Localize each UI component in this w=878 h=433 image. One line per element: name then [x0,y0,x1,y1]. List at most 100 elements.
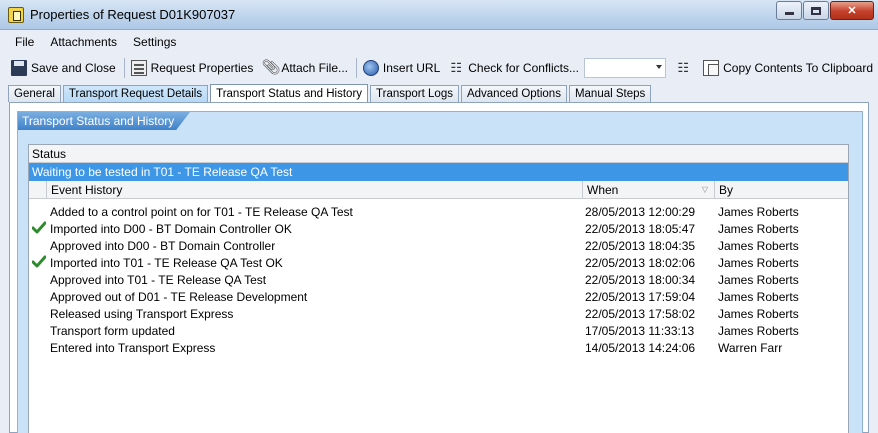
properties-icon [130,59,147,76]
history-rows: Added to a control point on for T01 - TE… [29,204,848,357]
check-conflicts-label: Check for Conflicts... [468,60,579,75]
menu-attachments[interactable]: Attachments [43,33,124,53]
row-gutter [32,306,46,322]
sort-icon: ▽ [701,185,708,194]
maximize-icon [811,6,821,15]
tab-advanced-options[interactable]: Advanced Options [460,85,567,102]
event-cell: Imported into D00 - BT Domain Controller… [50,222,292,236]
toolbar-separator [123,57,125,78]
tab-general[interactable]: General [8,85,61,102]
when-cell: 22/05/2013 17:59:04 [585,290,696,304]
event-cell: Released using Transport Express [50,307,234,321]
status-history-section: Transport Status and History Status Wait… [17,111,863,433]
maximize-button[interactable] [803,1,829,20]
status-column-header[interactable]: Status [29,145,848,163]
status-row[interactable]: Waiting to be tested in T01 - TE Release… [29,163,848,181]
window-controls: ✕ [775,1,874,20]
when-cell: 22/05/2013 17:58:02 [585,307,696,321]
column-header-by[interactable]: By [715,181,848,198]
tab-transport-status-and-history[interactable]: Transport Status and History [210,84,369,103]
minimize-icon [784,12,794,15]
column-header-when-label: When [587,183,619,197]
event-cell: Added to a control point on for T01 - TE… [50,205,353,219]
save-and-close-button[interactable]: Save and Close [8,57,119,79]
check-conflicts-button[interactable]: ☷ Check for Conflicts... [445,57,582,79]
row-gutter [32,289,46,305]
by-cell: James Roberts [718,324,799,338]
checkmark-icon [32,221,46,237]
event-cell: Imported into T01 - TE Release QA Test O… [50,256,283,270]
by-cell: James Roberts [718,290,799,304]
event-cell: Approved into T01 - TE Release QA Test [50,273,267,287]
window-title: Properties of Request D01K907037 [30,7,236,22]
when-cell: 22/05/2013 18:00:34 [585,273,696,287]
network-action-button[interactable]: ☷ [672,57,698,79]
request-properties-button[interactable]: Request Properties [128,57,257,79]
copy-to-clipboard-button[interactable]: Copy Contents To Clipboard [700,57,876,79]
column-headers: Event History When ▽ By [29,181,848,199]
toolbar: Save and Close Request Properties 📎︎ Att… [8,55,878,80]
toolbar-separator [356,57,357,78]
checkmark-icon [32,255,46,271]
table-row[interactable]: Imported into D00 - BT Domain Controller… [29,221,848,238]
when-cell: 22/05/2013 18:02:06 [585,256,696,270]
history-grid[interactable]: Status Waiting to be tested in T01 - TE … [28,144,849,433]
when-cell: 14/05/2013 14:24:06 [585,341,696,355]
tab-transport-request-details[interactable]: Transport Request Details [62,85,209,102]
copy-to-clipboard-label: Copy Contents To Clipboard [723,60,874,75]
close-icon: ✕ [847,5,857,17]
by-cell: James Roberts [718,222,799,236]
app-icon [8,7,24,23]
row-gutter [32,272,46,288]
event-cell: Approved into D00 - BT Domain Controller [50,239,276,253]
copy-icon [703,59,720,76]
row-gutter [32,238,46,254]
attach-file-button[interactable]: 📎︎ Attach File... [258,57,351,79]
tab-transport-logs[interactable]: Transport Logs [370,85,459,102]
row-gutter [32,204,46,220]
by-cell: James Roberts [718,273,799,287]
row-gutter [32,340,46,356]
when-cell: 22/05/2013 18:05:47 [585,222,696,236]
table-row[interactable]: Approved into D00 - BT Domain Controller… [29,238,848,255]
table-row[interactable]: Released using Transport Express 22/05/20… [29,306,848,323]
table-row[interactable]: Transport form updated 17/05/2013 11:33:1… [29,323,848,340]
menu-file[interactable]: File [8,33,41,53]
gutter-column-header [29,181,47,198]
request-properties-label: Request Properties [150,60,254,75]
tab-panel: Transport Status and History Status Wait… [9,102,869,433]
event-cell: Approved out of D01 - TE Release Develop… [50,290,308,304]
column-header-event-history[interactable]: Event History [47,181,583,198]
by-cell: Warren Farr [718,341,783,355]
when-cell: 22/05/2013 18:04:35 [585,239,696,253]
globe-icon [362,59,379,76]
table-row[interactable]: Added to a control point on for T01 - TE… [29,204,848,221]
by-cell: James Roberts [718,256,799,270]
close-button[interactable]: ✕ [830,1,874,20]
insert-url-button[interactable]: Insert URL [360,57,443,79]
table-row[interactable]: Approved into T01 - TE Release QA Test 22… [29,272,848,289]
attach-file-label: Attach File... [281,60,349,75]
event-cell: Transport form updated [50,324,175,338]
when-cell: 17/05/2013 11:33:13 [585,324,695,338]
network-icon: ☷ [677,59,689,75]
by-cell: James Roberts [718,239,799,253]
table-row[interactable]: Approved out of D01 - TE Release Develop… [29,289,848,306]
chevron-down-icon[interactable] [656,64,663,69]
by-cell: James Roberts [718,205,799,219]
tab-manual-steps[interactable]: Manual Steps [568,85,652,102]
row-gutter [32,323,46,339]
network-icon: ☷ [450,59,463,75]
column-header-when[interactable]: When ▽ [583,181,715,198]
insert-url-label: Insert URL [382,60,441,75]
table-row[interactable]: Entered into Transport Express 14/05/2013… [29,340,848,357]
tab-strip: General Transport Request Details Transp… [8,83,653,103]
table-row[interactable]: Imported into T01 - TE Release QA Test O… [29,255,848,272]
menu-settings[interactable]: Settings [126,33,183,53]
title-bar: Properties of Request D01K907037 ✕ [0,0,878,30]
when-cell: 28/05/2013 12:00:29 [585,205,696,219]
conflict-target-select[interactable] [583,57,667,78]
minimize-button[interactable] [776,1,802,20]
event-cell: Entered into Transport Express [50,341,216,355]
save-and-close-label: Save and Close [31,60,116,75]
